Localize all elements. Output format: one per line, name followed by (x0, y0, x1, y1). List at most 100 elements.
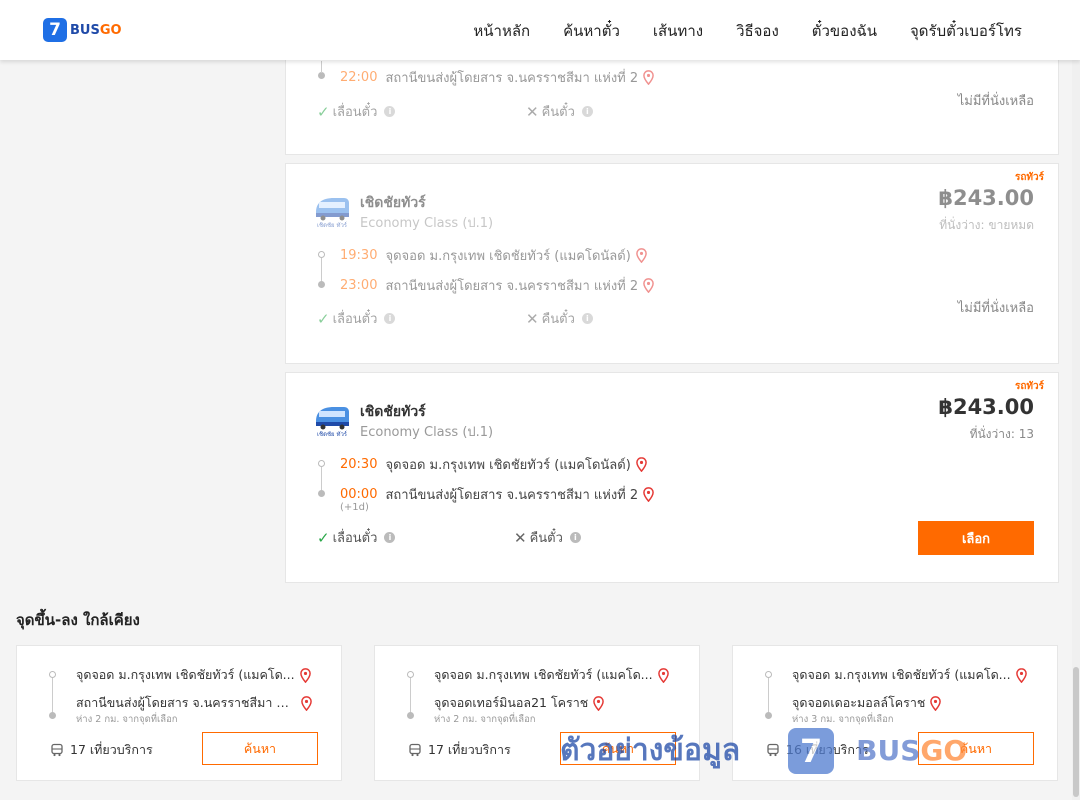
timeline-dot (765, 712, 772, 719)
nearby-trips: 17 เที่ยวบริการ (50, 740, 153, 760)
refund-feature: ✕ คืนตั๋ว i (526, 308, 593, 329)
map-pin-icon[interactable] (593, 695, 605, 711)
arrive-place: สถานีขนส่งผู้โดยสาร จ.นครราชสีมา แห่งที่… (385, 71, 639, 86)
map-pin-icon[interactable] (657, 667, 669, 683)
timeline-line (321, 258, 322, 282)
timeline-dot (49, 712, 56, 719)
timeline-line (321, 61, 322, 73)
info-icon[interactable]: i (569, 532, 581, 543)
arrive-time: 00:00 (340, 487, 378, 502)
map-pin-icon[interactable] (1015, 667, 1027, 683)
nearby-card: จุดจอด ม.กรุงเทพ เชิดชัยทัวร์ (แมคโด... … (732, 645, 1058, 781)
bus-class: Economy Class (ป.1) (360, 216, 494, 231)
map-pin-icon[interactable] (643, 70, 654, 85)
refund-feature: ✕ คืนตั๋ว i (514, 527, 581, 548)
check-icon: ✓ (317, 309, 330, 328)
next-day-label: (+1d) (340, 502, 369, 513)
page-scrollbar[interactable] (1072, 60, 1080, 800)
seats-available: ที่นั่งว่าง: 13 (969, 427, 1034, 441)
depart-place: จุดจอด ม.กรุงเทพ เชิดชัยทัวร์ (แมคโดนัลด… (385, 458, 631, 473)
info-icon[interactable]: i (384, 313, 396, 324)
company-logo: เชิดชัย ทัวร์ (316, 198, 349, 229)
nearby-distance: ห่าง 2 กม. จากจุดที่เลือก (434, 714, 536, 725)
nav-routes[interactable]: เส้นทาง (653, 19, 703, 43)
map-pin-icon[interactable] (635, 248, 647, 263)
nearby-card: จุดจอด ม.กรุงเทพ เชิดชัยทัวร์ (แมคโด... … (16, 645, 342, 781)
timeline-line (410, 676, 411, 714)
map-pin-icon[interactable] (635, 457, 647, 472)
bus-icon (767, 743, 779, 757)
nearby-to: สถานีขนส่งผู้โดยสาร จ.นครราชสีมา แ... (76, 693, 312, 713)
reschedule-feature: ✓ เลื่อนตั๋ว i (317, 101, 396, 122)
depart-time: 20:30 (340, 457, 378, 472)
cross-icon: ✕ (526, 102, 539, 121)
main-nav: หน้าหลัก ค้นหาตั๋ว เส้นทาง วิธีจอง ตั๋วข… (473, 19, 1022, 43)
info-icon[interactable]: i (384, 106, 396, 117)
refund-feature: ✕ คืนตั๋ว i (526, 101, 593, 122)
bus-type-tag: รถทัวร์ (1014, 172, 1044, 183)
timeline-dot (407, 712, 414, 719)
nearby-search-button[interactable]: ค้นหา (202, 732, 318, 765)
timeline-dot (318, 281, 325, 288)
map-pin-icon[interactable] (299, 667, 311, 683)
nav-my-tickets[interactable]: ตั๋วของฉัน (812, 19, 877, 43)
nearby-trips: 17 เที่ยวบริการ (408, 740, 511, 760)
arrive-place: สถานีขนส่งผู้โดยสาร จ.นครราชสีมา แห่งที่… (385, 488, 639, 503)
check-icon: ✓ (317, 528, 330, 547)
bus-type-tag: รถทัวร์ (1014, 381, 1044, 392)
map-pin-icon[interactable] (643, 278, 654, 293)
nearby-search-button[interactable]: ค้นหา (560, 732, 676, 765)
timeline-line (321, 467, 322, 491)
nearby-to: จุดจอดเทอร์มินอล21 โคราช (434, 693, 605, 713)
depart-stop: 20:30 จุดจอด ม.กรุงเทพ เชิดชัยทัวร์ (แมค… (340, 454, 647, 475)
nearby-from: จุดจอด ม.กรุงเทพ เชิดชัยทัวร์ (แมคโด... (76, 665, 311, 685)
nearby-from: จุดจอด ม.กรุงเทพ เชิดชัยทัวร์ (แมคโด... (434, 665, 669, 685)
check-icon: ✓ (317, 102, 330, 121)
info-icon[interactable]: i (581, 106, 593, 117)
map-pin-icon[interactable] (643, 487, 654, 502)
nearby-search-button[interactable]: ค้นหา (918, 732, 1034, 765)
timeline-dot (765, 671, 772, 678)
nav-ticket-pickup[interactable]: จุดรับตั๋วเบอร์โทร (910, 19, 1022, 43)
logo-text: BUSGO (70, 22, 122, 38)
info-icon[interactable]: i (384, 532, 396, 543)
bus-class: Economy Class (ป.1) (360, 425, 494, 440)
nav-search-ticket[interactable]: ค้นหาตั๋ว (563, 19, 620, 43)
depart-stop: 19:30 จุดจอด ม.กรุงเทพ เชิดชัยทัวร์ (แมค… (340, 245, 647, 266)
svg-text:เชิดชัย ทัวร์: เชิดชัย ทัวร์ (317, 430, 348, 438)
nav-how-to-book[interactable]: วิธีจอง (736, 19, 779, 43)
arrive-stop: 22:00 สถานีขนส่งผู้โดยสาร จ.นครราชสีมา แ… (340, 67, 654, 88)
depart-time: 19:30 (340, 248, 378, 263)
timeline-dot (49, 671, 56, 678)
arrive-stop: 23:00 สถานีขนส่งผู้โดยสาร จ.นครราชสีมา แ… (340, 275, 654, 296)
map-pin-icon[interactable] (301, 695, 312, 711)
cross-icon: ✕ (514, 528, 527, 547)
nearby-distance: ห่าง 2 กม. จากจุดที่เลือก (76, 714, 178, 725)
nearby-card: จุดจอด ม.กรุงเทพ เชิดชัยทัวร์ (แมคโด... … (374, 645, 700, 781)
timeline-dot (318, 251, 325, 258)
timeline-line (52, 676, 53, 714)
nav-home[interactable]: หน้าหลัก (473, 19, 530, 43)
arrive-time: 22:00 (340, 70, 378, 85)
top-header: 7 BUSGO หน้าหลัก ค้นหาตั๋ว เส้นทาง วิธีจ… (0, 0, 1080, 60)
nearby-to: จุดจอดเดอะมอลล์โคราช (792, 693, 942, 713)
arrive-place: สถานีขนส่งผู้โดยสาร จ.นครราชสีมา แห่งที่… (385, 279, 639, 294)
svg-text:เชิดชัย ทัวร์: เชิดชัย ทัวร์ (317, 221, 348, 229)
timeline-dot (318, 72, 325, 79)
map-pin-icon[interactable] (930, 695, 942, 711)
site-logo[interactable]: 7 BUSGO (43, 18, 122, 42)
scrollbar-thumb[interactable] (1073, 667, 1079, 797)
status-no-seat: ไม่มีที่นั่งเหลือ (957, 94, 1034, 109)
arrive-stop: 00:00 สถานีขนส่งผู้โดยสาร จ.นครราชสีมา แ… (340, 484, 654, 505)
company-logo: เชิดชัย ทัวร์ (316, 407, 349, 438)
company-name: เชิดชัยทัวร์ (360, 195, 426, 211)
depart-place: จุดจอด ม.กรุงเทพ เชิดชัยทัวร์ (แมคโดนัลด… (385, 249, 631, 264)
select-trip-button[interactable]: เลือก (918, 521, 1034, 555)
timeline-dot (318, 460, 325, 467)
seats-available: ที่นั่งว่าง: ขายหมด (939, 218, 1034, 232)
trip-card: รถทัวร์ เชิดชัย ทัวร์ เชิดชัยทัวร์ Econo… (285, 372, 1059, 583)
arrive-time: 23:00 (340, 278, 378, 293)
info-icon[interactable]: i (581, 313, 593, 324)
timeline-dot (407, 671, 414, 678)
ticket-price: ฿243.00 (938, 186, 1034, 210)
